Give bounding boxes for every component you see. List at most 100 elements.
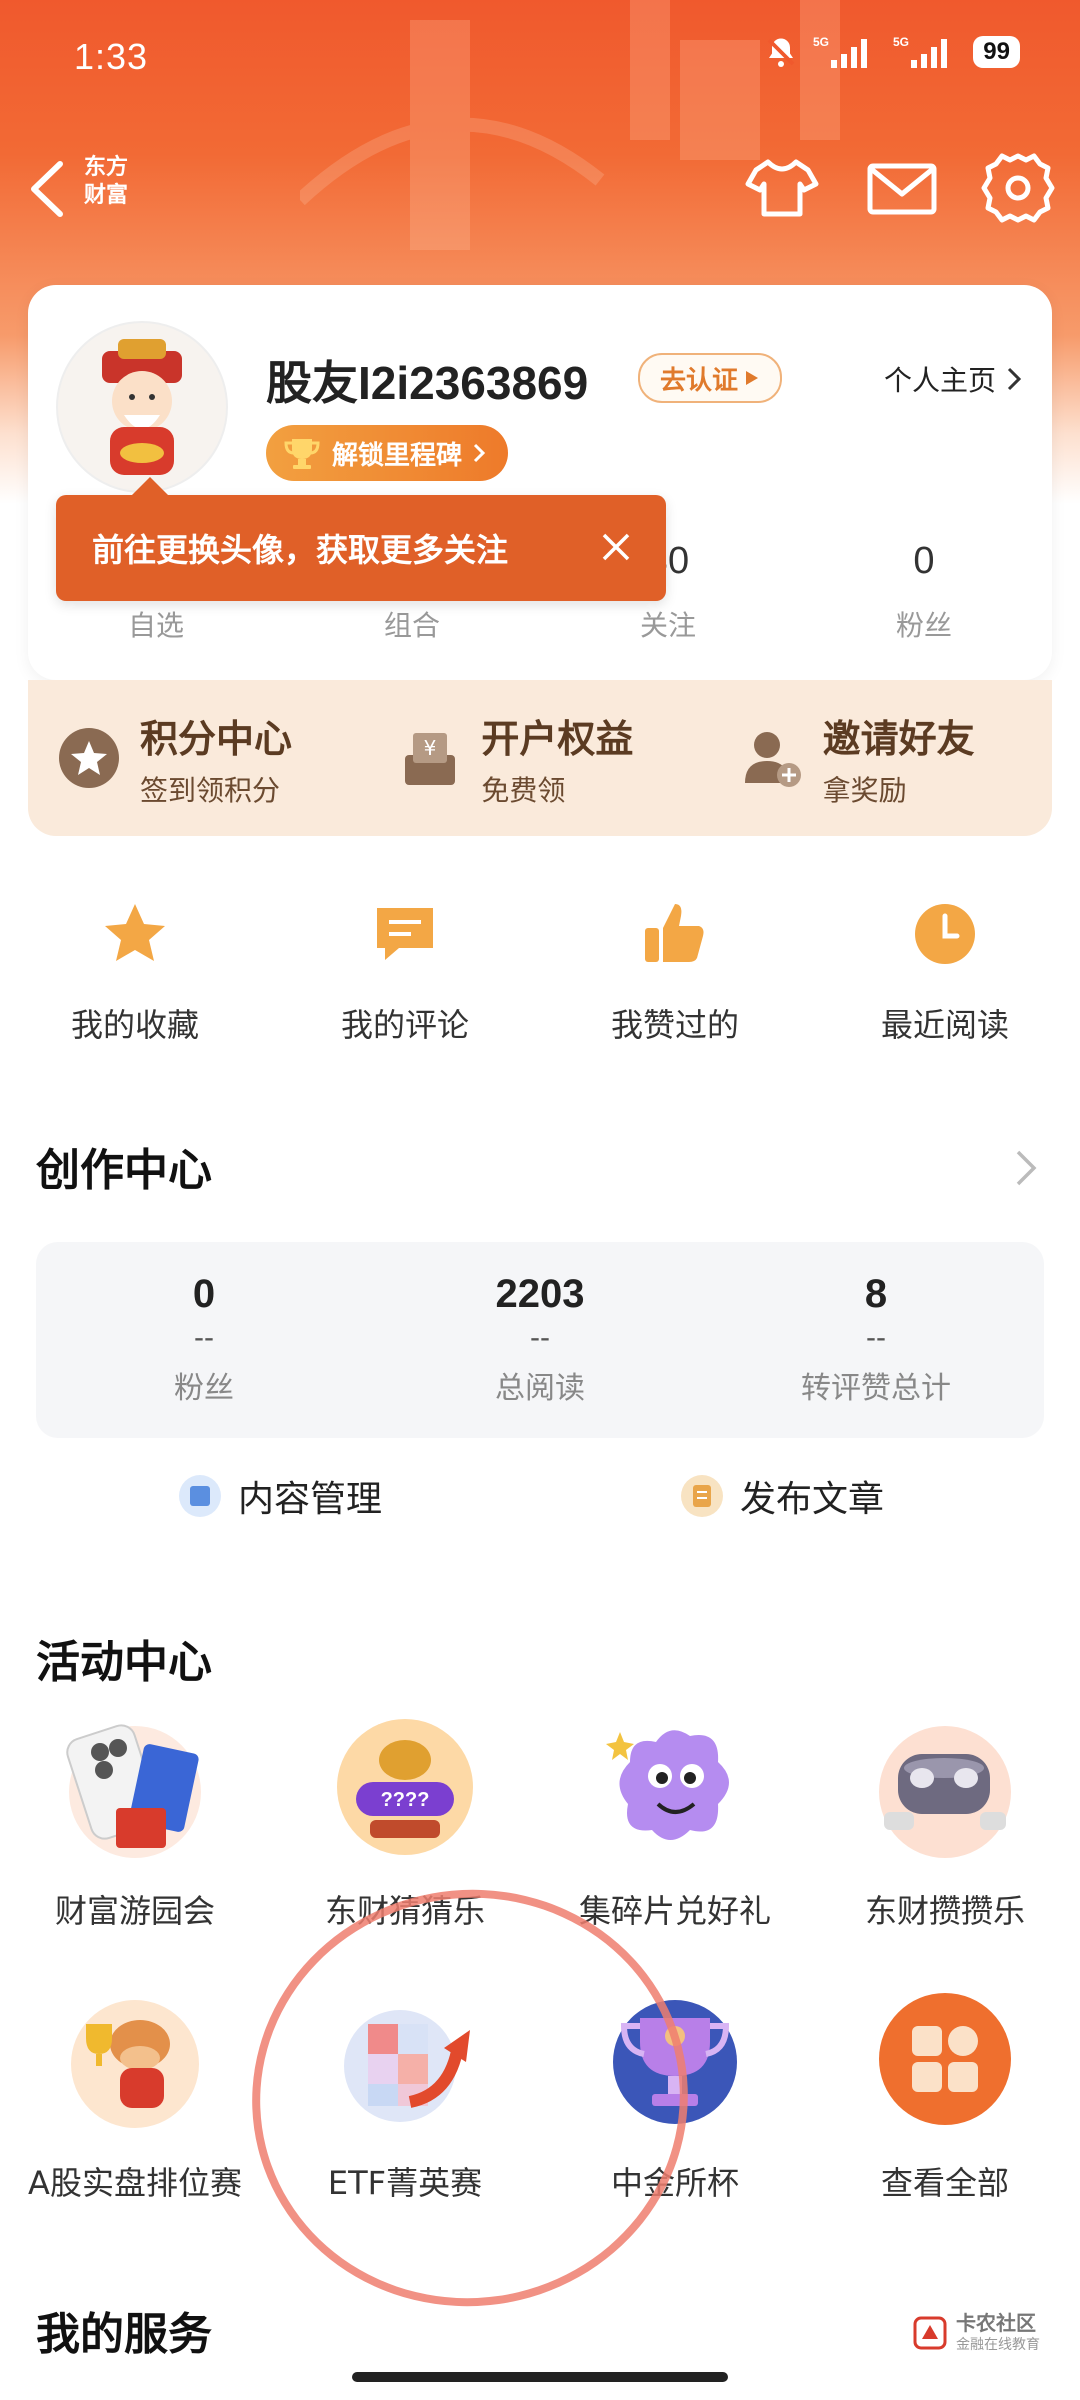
creator-stat-change: -- (194, 1321, 214, 1354)
verify-label: 去认证 (660, 365, 739, 396)
home-indicator[interactable] (352, 2372, 728, 2382)
god-of-wealth-avatar-icon (102, 339, 182, 475)
quick-label: 我的收藏 (70, 1006, 199, 1044)
svg-text:????: ???? (381, 1789, 430, 1811)
publish-article-button[interactable]: 发布文章 (680, 1470, 884, 1522)
activity-label: 东财猜猜乐 (324, 1892, 485, 1930)
status-time: 1:33 (74, 36, 149, 77)
my-services-title: 我的服务 (36, 2309, 212, 2360)
quick-comments[interactable]: 我的评论 (270, 898, 540, 1058)
quick-recent-reading[interactable]: 最近阅读 (810, 898, 1080, 1058)
chevron-right-icon[interactable] (1012, 1146, 1042, 1190)
content-management-label: 内容管理 (238, 1479, 383, 1520)
cup-trophy-icon (613, 2000, 737, 2124)
avatar[interactable] (56, 321, 228, 493)
avatar-tooltip[interactable]: 前往更换头像，获取更多关注 (56, 477, 666, 601)
creator-stat-change: -- (530, 1321, 550, 1354)
milestone-label: 解锁里程碑 (332, 440, 463, 471)
earbuds-prize-icon (879, 1726, 1011, 1858)
brand-line1: 东方 (84, 155, 129, 180)
top-nav: 东方 财富 (0, 140, 1080, 240)
activity-center-title: 活动中心 (36, 1637, 212, 1688)
activity-wealth-garden[interactable]: 财富游园会 (0, 1712, 270, 1984)
stat-label: 自选 (127, 609, 184, 642)
activity-grid: 财富游园会 ???? 东财猜猜乐 集碎片兑好礼 东财攒攒乐 A股实盘排位赛 ET… (0, 1712, 1080, 2256)
benefits-band: 积分中心 签到领积分 ¥ 开户权益 免费领 邀请好友 拿奖励 (28, 680, 1052, 836)
ox-guess-icon: ???? (337, 1719, 473, 1855)
activity-label: 集碎片兑好礼 (578, 1892, 771, 1930)
activity-a-share-ranking[interactable]: A股实盘排位赛 (0, 1984, 270, 2256)
creator-stat-interactions[interactable]: 8 -- 转评赞总计 (708, 1242, 1044, 1438)
username: 股友I2i2363869 (266, 357, 589, 409)
close-icon[interactable] (596, 527, 636, 567)
benefit-sub: 签到领积分 (140, 773, 281, 807)
document-icon (681, 1475, 723, 1517)
mute-bell-icon (767, 38, 795, 67)
comment-icon (377, 908, 433, 960)
creator-stat-label: 总阅读 (495, 1371, 585, 1406)
chevron-right-icon (473, 443, 486, 463)
activity-view-all[interactable]: 查看全部 (810, 1984, 1080, 2256)
chevron-right-icon (1007, 367, 1022, 391)
activity-guessing[interactable]: ???? 东财猜猜乐 (270, 1712, 540, 1984)
watermark-title: 卡农社区 (956, 2311, 1036, 2335)
benefit-title: 邀请好友 (822, 716, 975, 761)
benefit-points-center[interactable]: 积分中心 签到领积分 (28, 680, 369, 836)
watermark: 卡农社区 金融在线教育 (912, 2312, 1040, 2354)
settings-gear-icon[interactable] (978, 148, 1058, 228)
activity-collect-fragments[interactable]: 集碎片兑好礼 (540, 1712, 810, 1984)
quick-label: 我赞过的 (610, 1006, 739, 1044)
tshirt-icon[interactable] (742, 148, 822, 228)
star-coin-icon (59, 728, 119, 788)
quick-liked[interactable]: 我赞过的 (540, 898, 810, 1058)
clock-icon (915, 904, 975, 964)
brand-line2: 财富 (84, 183, 129, 208)
creator-stat-total-reads[interactable]: 2203 -- 总阅读 (372, 1242, 708, 1438)
mail-icon[interactable] (862, 148, 942, 228)
activity-cffex-cup[interactable]: 中金所杯 (540, 1984, 810, 2256)
benefit-sub: 拿奖励 (822, 773, 907, 807)
creator-stat-value: 0 (192, 1272, 216, 1316)
stat-label: 组合 (383, 609, 440, 642)
creator-stat-followers[interactable]: 0 -- 粉丝 (36, 1242, 372, 1438)
svg-text:¥: ¥ (424, 736, 437, 760)
activity-label: 中金所杯 (610, 2164, 739, 2202)
verify-button[interactable]: 去认证 (638, 353, 783, 403)
homepage-link[interactable]: 个人主页 (884, 359, 1022, 399)
milestone-button[interactable]: 解锁里程碑 (266, 425, 509, 481)
creator-stats: 0 -- 粉丝 2203 -- 总阅读 8 -- 转评赞总计 (36, 1242, 1044, 1438)
creator-stat-value: 8 (864, 1272, 888, 1316)
status-icons: 5G 5G 99 (763, 34, 1020, 70)
quick-favorites[interactable]: 我的收藏 (0, 898, 270, 1058)
puzzle-mascot-icon (606, 1730, 729, 1840)
benefit-invite-friends[interactable]: 邀请好友 拿奖励 (711, 680, 1052, 836)
benefit-sub: 免费领 (481, 773, 566, 807)
creator-stat-label: 转评赞总计 (801, 1371, 951, 1406)
svg-text:5G: 5G (893, 35, 909, 49)
battery-level: 99 (973, 36, 1020, 68)
triangle-right-icon (746, 371, 759, 385)
quick-label: 我的评论 (340, 1006, 469, 1044)
creator-stat-value: 2203 (495, 1272, 585, 1316)
activity-saving[interactable]: 东财攒攒乐 (810, 1712, 1080, 1984)
watermark-subtitle: 金融在线教育 (956, 2337, 1040, 2353)
thumbs-up-icon (645, 904, 704, 962)
back-icon[interactable] (20, 154, 80, 224)
stat-value: 0 (913, 540, 935, 582)
phone-prize-icon (66, 1724, 201, 1858)
benefit-title: 开户权益 (481, 716, 634, 761)
stat-label: 关注 (639, 609, 696, 642)
ox-trophy-icon (71, 2000, 199, 2128)
creator-stat-change: -- (866, 1321, 886, 1354)
stat-followers[interactable]: 0 粉丝 (796, 540, 1052, 660)
activity-etf-elite[interactable]: ETF菁英赛 (270, 1984, 540, 2256)
content-management-button[interactable]: 内容管理 (178, 1470, 382, 1522)
grid-apps-icon (879, 1993, 1011, 2125)
tooltip-text: 前往更换头像，获取更多关注 (92, 531, 509, 569)
content-manage-icon (179, 1475, 221, 1517)
creator-stat-label: 粉丝 (174, 1371, 234, 1406)
activity-label: 财富游园会 (54, 1892, 215, 1930)
quick-actions: 我的收藏 我的评论 我赞过的 最近阅读 (0, 898, 1080, 1058)
benefit-account-rights[interactable]: ¥ 开户权益 免费领 (369, 680, 710, 836)
brand-logo: 东方 财富 (84, 154, 144, 210)
